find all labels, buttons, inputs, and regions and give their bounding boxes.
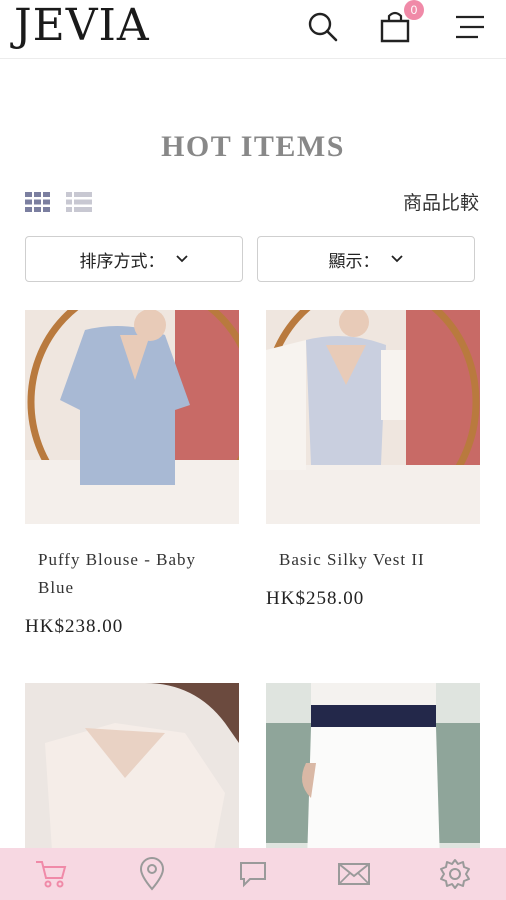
product-name[interactable]: Basic Silky Vest II bbox=[279, 546, 449, 574]
search-icon[interactable] bbox=[304, 8, 340, 44]
tab-settings[interactable] bbox=[435, 854, 475, 894]
cart-count-badge: 0 bbox=[404, 0, 424, 20]
product-price: HK$258.00 bbox=[266, 588, 365, 609]
tab-cart[interactable] bbox=[31, 854, 71, 894]
product-image[interactable] bbox=[25, 310, 239, 524]
cart-icon bbox=[35, 861, 66, 888]
display-select[interactable]: 顯示： bbox=[257, 236, 475, 282]
grid-view-icon[interactable] bbox=[25, 191, 51, 213]
page-title: HOT ITEMS bbox=[161, 130, 345, 163]
sort-select-label: 排序方式： bbox=[79, 251, 165, 272]
menu-icon[interactable] bbox=[452, 8, 488, 44]
product-image[interactable] bbox=[266, 310, 480, 524]
product-card[interactable]: Puffy Blouse - Baby Blue HK$238.00 bbox=[25, 310, 239, 638]
chevron-down-icon bbox=[175, 255, 188, 263]
tab-mail[interactable] bbox=[334, 854, 374, 894]
location-pin-icon bbox=[139, 857, 164, 891]
tab-chat[interactable] bbox=[233, 854, 273, 894]
product-price: HK$238.00 bbox=[25, 616, 124, 637]
product-name[interactable]: Puffy Blouse - Baby Blue bbox=[38, 546, 208, 602]
bottom-tab-bar bbox=[0, 848, 506, 900]
chat-icon bbox=[239, 862, 266, 888]
product-card[interactable]: Basic Silky Vest II HK$258.00 bbox=[266, 310, 480, 610]
tab-location[interactable] bbox=[132, 854, 172, 894]
display-select-label: 顯示： bbox=[328, 251, 380, 272]
list-view-icon[interactable] bbox=[66, 191, 92, 213]
sort-select[interactable]: 排序方式： bbox=[25, 236, 243, 282]
compare-products-link[interactable]: 商品比較 bbox=[403, 188, 479, 215]
mail-icon bbox=[338, 863, 371, 885]
chevron-down-icon bbox=[390, 255, 403, 263]
brand-logo[interactable]: JEVIA bbox=[14, 2, 150, 50]
settings-icon bbox=[440, 859, 471, 889]
app-header: JEVIA 0 bbox=[0, 0, 506, 59]
